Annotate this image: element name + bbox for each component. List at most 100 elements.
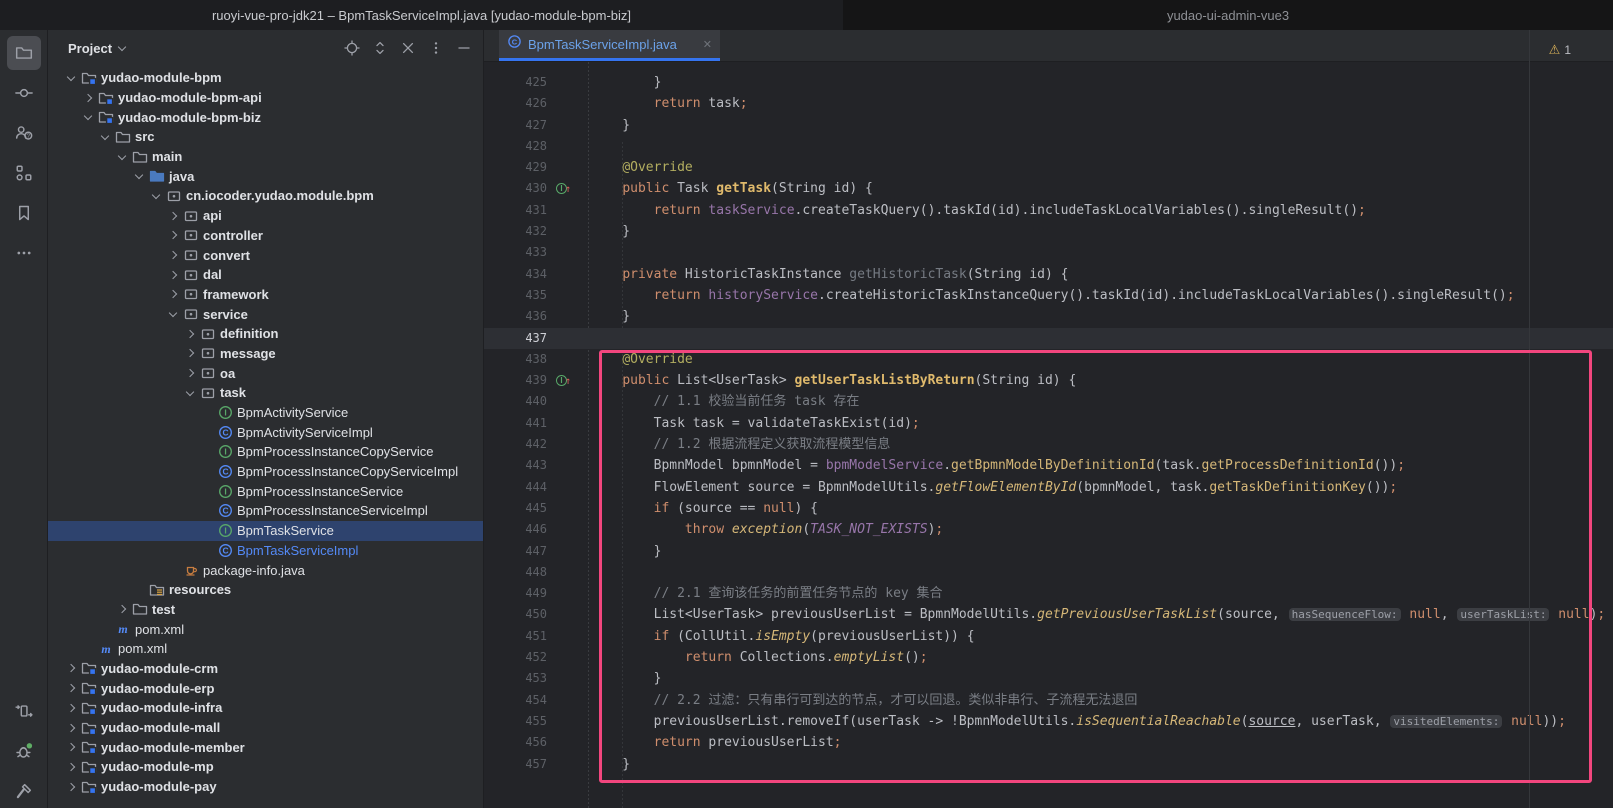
code-line-450[interactable]: 450 List<UserTask> previousUserList = Bp… bbox=[484, 604, 1613, 625]
editor-body[interactable]: 425 }426 return task;427 }428429 @Overri… bbox=[484, 62, 1613, 775]
code-line-427[interactable]: 427 } bbox=[484, 115, 1613, 136]
chevron-down-icon[interactable] bbox=[181, 391, 198, 395]
structure-icon[interactable] bbox=[7, 156, 41, 190]
code-line-429[interactable]: 429 @Override bbox=[484, 157, 1613, 178]
tree-item-yudao-module-member[interactable]: yudao-module-member bbox=[48, 737, 483, 757]
code-line-457[interactable]: 457 } bbox=[484, 754, 1613, 775]
tree-item-java[interactable]: java bbox=[48, 166, 483, 186]
tree-item-dal[interactable]: dal bbox=[48, 265, 483, 285]
inspections-widget[interactable]: ⚠ 1 bbox=[1549, 42, 1571, 58]
chevron-right-icon[interactable] bbox=[113, 606, 130, 612]
more-options-icon[interactable] bbox=[427, 39, 445, 57]
code-line-442[interactable]: 442 // 1.2 根据流程定义获取流程模型信息 bbox=[484, 434, 1613, 455]
tree-item-bpmprocessinstancecopyserviceimpl[interactable]: CBpmProcessInstanceCopyServiceImpl bbox=[48, 462, 483, 482]
code-line-455[interactable]: 455 previousUserList.removeIf(userTask -… bbox=[484, 711, 1613, 732]
code-line-440[interactable]: 440 // 1.1 校验当前任务 task 存在 bbox=[484, 391, 1613, 412]
tree-item-yudao-module-pay[interactable]: yudao-module-pay bbox=[48, 777, 483, 797]
code-line-432[interactable]: 432 } bbox=[484, 221, 1613, 242]
tree-item-yudao-module-bpm-api[interactable]: yudao-module-bpm-api bbox=[48, 88, 483, 108]
code-line-453[interactable]: 453 } bbox=[484, 668, 1613, 689]
tree-item-controller[interactable]: controller bbox=[48, 226, 483, 246]
hide-icon[interactable] bbox=[455, 39, 473, 57]
tree-item-oa[interactable]: oa bbox=[48, 363, 483, 383]
chevron-right-icon[interactable] bbox=[62, 685, 79, 691]
tree-item-bpmactivityserviceimpl[interactable]: CBpmActivityServiceImpl bbox=[48, 422, 483, 442]
chevron-right-icon[interactable] bbox=[79, 95, 96, 101]
tree-item-task[interactable]: task bbox=[48, 383, 483, 403]
tree-item-api[interactable]: api bbox=[48, 206, 483, 226]
project-folder-icon[interactable] bbox=[7, 36, 41, 70]
tree-item-pom-xml[interactable]: mpom.xml bbox=[48, 639, 483, 659]
tree-item-yudao-module-mp[interactable]: yudao-module-mp bbox=[48, 757, 483, 777]
code-line-456[interactable]: 456 return previousUserList; bbox=[484, 732, 1613, 753]
pull-requests-icon[interactable]: ? bbox=[7, 116, 41, 150]
tree-item-yudao-module-mall[interactable]: yudao-module-mall bbox=[48, 718, 483, 738]
tree-item-bpmactivityservice[interactable]: IBpmActivityService bbox=[48, 403, 483, 423]
chevron-right-icon[interactable] bbox=[181, 370, 198, 376]
build-icon[interactable] bbox=[7, 774, 41, 808]
chevron-right-icon[interactable] bbox=[164, 252, 181, 258]
chevron-right-icon[interactable] bbox=[164, 232, 181, 238]
code-line-435[interactable]: 435 return historyService.createHistoric… bbox=[484, 285, 1613, 306]
tree-item-cn-iocoder-yudao-module-bpm[interactable]: cn.iocoder.yudao.module.bpm bbox=[48, 186, 483, 206]
chevron-down-icon[interactable] bbox=[118, 43, 126, 51]
code-line-436[interactable]: 436 } bbox=[484, 306, 1613, 327]
chevron-right-icon[interactable] bbox=[62, 705, 79, 711]
code-line-448[interactable]: 448 bbox=[484, 562, 1613, 583]
code-line-445[interactable]: 445 if (source == null) { bbox=[484, 498, 1613, 519]
code-line-425[interactable]: 425 } bbox=[484, 72, 1613, 93]
chevron-down-icon[interactable] bbox=[147, 194, 164, 198]
tree-item-definition[interactable]: definition bbox=[48, 324, 483, 344]
tree-item-bpmtaskservice[interactable]: IBpmTaskService bbox=[48, 521, 483, 541]
code-line-433[interactable]: 433 bbox=[484, 242, 1613, 263]
chevron-down-icon[interactable] bbox=[96, 135, 113, 139]
chevron-right-icon[interactable] bbox=[181, 350, 198, 356]
chevron-right-icon[interactable] bbox=[62, 665, 79, 671]
more-icon[interactable] bbox=[7, 236, 41, 270]
code-line-439[interactable]: 439I↑ public List<UserTask> getUserTaskL… bbox=[484, 370, 1613, 391]
code-line-431[interactable]: 431 return taskService.createTaskQuery()… bbox=[484, 200, 1613, 221]
code-line-426[interactable]: 426 return task; bbox=[484, 93, 1613, 114]
tree-item-framework[interactable]: framework bbox=[48, 285, 483, 305]
tree-item-test[interactable]: test bbox=[48, 600, 483, 620]
tree-item-src[interactable]: src bbox=[48, 127, 483, 147]
tree-item-yudao-module-crm[interactable]: yudao-module-crm bbox=[48, 659, 483, 679]
expand-selection-icon[interactable] bbox=[371, 39, 389, 57]
services-icon[interactable] bbox=[7, 694, 41, 728]
debug-icon[interactable] bbox=[7, 734, 41, 768]
chevron-right-icon[interactable] bbox=[181, 331, 198, 337]
chevron-right-icon[interactable] bbox=[62, 784, 79, 790]
tree-item-main[interactable]: main bbox=[48, 147, 483, 167]
code-line-438[interactable]: 438 @Override bbox=[484, 349, 1613, 370]
locate-icon[interactable] bbox=[343, 39, 361, 57]
tree-item-yudao-module-bpm-biz[interactable]: yudao-module-bpm-biz bbox=[48, 107, 483, 127]
tree-item-yudao-module-erp[interactable]: yudao-module-erp bbox=[48, 678, 483, 698]
code-line-428[interactable]: 428 bbox=[484, 136, 1613, 157]
chevron-right-icon[interactable] bbox=[62, 764, 79, 770]
chevron-right-icon[interactable] bbox=[164, 213, 181, 219]
chevron-down-icon[interactable] bbox=[79, 115, 96, 119]
code-line-451[interactable]: 451 if (CollUtil.isEmpty(previousUserLis… bbox=[484, 626, 1613, 647]
code-line-449[interactable]: 449 // 2.1 查询该任务的前置任务节点的 key 集合 bbox=[484, 583, 1613, 604]
code-line-443[interactable]: 443 BpmnModel bpmnModel = bpmModelServic… bbox=[484, 455, 1613, 476]
tree-item-message[interactable]: message bbox=[48, 344, 483, 364]
tree-item-bpmprocessinstanceserviceimpl[interactable]: CBpmProcessInstanceServiceImpl bbox=[48, 501, 483, 521]
tree-item-convert[interactable]: convert bbox=[48, 245, 483, 265]
code-line-437[interactable]: 437 bbox=[484, 328, 1613, 349]
code-line-446[interactable]: 446 throw exception(TASK_NOT_EXISTS); bbox=[484, 519, 1613, 540]
collapse-all-icon[interactable] bbox=[399, 39, 417, 57]
code-line-444[interactable]: 444 FlowElement source = BpmnModelUtils.… bbox=[484, 477, 1613, 498]
tree-item-pom-xml[interactable]: mpom.xml bbox=[48, 619, 483, 639]
commit-icon[interactable] bbox=[7, 76, 41, 110]
chevron-down-icon[interactable] bbox=[62, 76, 79, 80]
tree-item-service[interactable]: service bbox=[48, 304, 483, 324]
chevron-down-icon[interactable] bbox=[113, 155, 130, 159]
code-line-434[interactable]: 434 private HistoricTaskInstance getHist… bbox=[484, 264, 1613, 285]
tab-bpmtaskserviceimpl[interactable]: C BpmTaskServiceImpl.java ✕ bbox=[499, 30, 720, 61]
tree-item-yudao-module-bpm[interactable]: yudao-module-bpm bbox=[48, 68, 483, 88]
close-icon[interactable]: ✕ bbox=[703, 38, 712, 51]
tree-item-bpmprocessinstanceservice[interactable]: IBpmProcessInstanceService bbox=[48, 481, 483, 501]
code-line-430[interactable]: 430I↑ public Task getTask(String id) { bbox=[484, 178, 1613, 199]
tree-item-resources[interactable]: resources bbox=[48, 580, 483, 600]
tree-item-bpmtaskserviceimpl[interactable]: CBpmTaskServiceImpl bbox=[48, 541, 483, 561]
